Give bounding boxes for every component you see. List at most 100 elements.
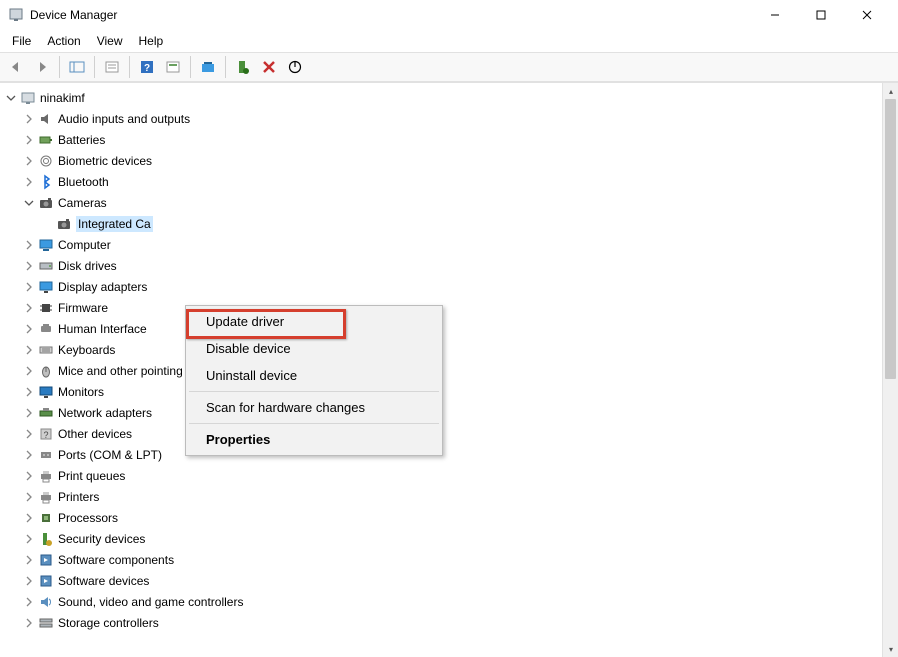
tree-category-0[interactable]: Audio inputs and outputs [0,108,882,129]
software-icon [38,552,54,568]
context-menu-item-2[interactable]: Uninstall device [188,362,440,389]
scan-hardware-button[interactable] [196,55,220,79]
computer-icon [38,237,54,253]
tree-category-6[interactable]: Disk drives [0,255,882,276]
tree-category-22[interactable]: Sound, video and game controllers [0,591,882,612]
titlebar: Device Manager [0,0,898,30]
software-icon [38,573,54,589]
forward-button[interactable] [30,55,54,79]
tree-category-21[interactable]: Software devices [0,570,882,591]
tree-node-label: Biometric devices [58,154,152,168]
expander-icon[interactable] [22,364,36,378]
tree-node-label: Computer [58,238,111,252]
expander-icon[interactable] [22,427,36,441]
expander-icon[interactable] [22,322,36,336]
expander-icon[interactable] [22,280,36,294]
expander-icon[interactable] [22,448,36,462]
root-icon [20,90,36,106]
expander-icon[interactable] [22,133,36,147]
tree-category-23[interactable]: Storage controllers [0,612,882,633]
app-icon [8,7,24,23]
expander-icon[interactable] [22,154,36,168]
uninstall-device-button[interactable] [257,55,281,79]
tree-category-3[interactable]: Bluetooth [0,171,882,192]
menubar: File Action View Help [0,30,898,52]
show-hide-tree-button[interactable] [65,55,89,79]
context-menu-item-0[interactable]: Update driver [188,308,440,335]
tree-node-label: Firmware [58,301,108,315]
keyboard-icon [38,342,54,358]
tree-category-18[interactable]: Processors [0,507,882,528]
back-button[interactable] [4,55,28,79]
menu-view[interactable]: View [89,32,131,50]
tree-category-19[interactable]: Security devices [0,528,882,549]
expander-icon[interactable] [22,196,36,210]
context-menu-separator [189,423,439,424]
expander-icon[interactable] [22,574,36,588]
context-menu-item-4[interactable]: Scan for hardware changes [188,394,440,421]
expander-icon[interactable] [4,91,18,105]
help-button[interactable]: ? [135,55,159,79]
menu-help[interactable]: Help [131,32,172,50]
context-menu-item-1[interactable]: Disable device [188,335,440,362]
expander-icon[interactable] [22,616,36,630]
tree-node-label: Ports (COM & LPT) [58,448,162,462]
menu-action[interactable]: Action [39,32,88,50]
disk-icon [38,258,54,274]
scroll-up-button[interactable]: ▴ [883,83,898,99]
tree-node-label: Keyboards [58,343,115,357]
tree-category-1[interactable]: Batteries [0,129,882,150]
tree-category-20[interactable]: Software components [0,549,882,570]
disable-device-button[interactable] [283,55,307,79]
tree-root[interactable]: ninakimf [0,87,882,108]
expander-icon[interactable] [22,532,36,546]
tree-category-16[interactable]: Print queues [0,465,882,486]
tree-category-7[interactable]: Display adapters [0,276,882,297]
tree-node-label: Monitors [58,385,104,399]
tree-node-label: Print queues [58,469,125,483]
tree-node-label: Printers [58,490,99,504]
scroll-thumb[interactable] [885,99,896,379]
network-icon [38,405,54,421]
window-controls [752,0,890,30]
expander-icon[interactable] [22,175,36,189]
svg-text:?: ? [43,430,48,440]
expander-icon[interactable] [22,469,36,483]
expander-icon[interactable] [22,385,36,399]
expander-icon[interactable] [22,112,36,126]
expander-icon[interactable] [22,238,36,252]
context-menu-item-6[interactable]: Properties [188,426,440,453]
expander-icon[interactable] [22,343,36,357]
port-icon [38,447,54,463]
chip-icon [38,300,54,316]
properties-button[interactable] [100,55,124,79]
security-icon [38,531,54,547]
expander-icon[interactable] [22,259,36,273]
vertical-scrollbar[interactable]: ▴ ▾ [882,83,898,657]
tree-category-5[interactable]: Computer [0,234,882,255]
expander-icon[interactable] [22,511,36,525]
tree-category-2[interactable]: Biometric devices [0,150,882,171]
close-button[interactable] [844,0,890,30]
camera-icon [38,195,54,211]
action-button[interactable] [161,55,185,79]
update-driver-button[interactable] [231,55,255,79]
monitor-icon [38,384,54,400]
scroll-down-button[interactable]: ▾ [883,641,898,657]
expander-icon[interactable] [22,490,36,504]
maximize-button[interactable] [798,0,844,30]
tree-node-label: Bluetooth [58,175,109,189]
tree-category-17[interactable]: Printers [0,486,882,507]
tree-node-label: Storage controllers [58,616,159,630]
expander-icon[interactable] [22,301,36,315]
printer-icon [38,489,54,505]
menu-file[interactable]: File [4,32,39,50]
speaker-icon [38,111,54,127]
tree-category-4[interactable]: Cameras [0,192,882,213]
expander-icon[interactable] [22,406,36,420]
expander-icon[interactable] [22,595,36,609]
tree-device-4-0[interactable]: Integrated Ca [0,213,882,234]
tree-node-label: Security devices [58,532,145,546]
minimize-button[interactable] [752,0,798,30]
expander-icon[interactable] [22,553,36,567]
